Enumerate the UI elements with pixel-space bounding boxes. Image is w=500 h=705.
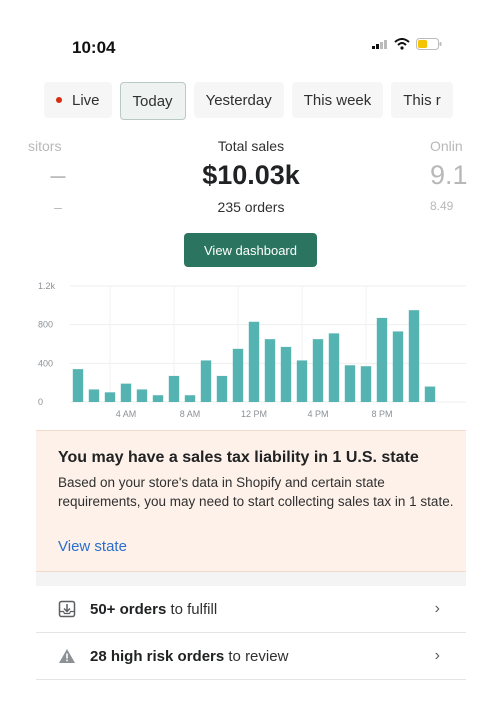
y-tick-label: 0 [38, 397, 43, 407]
chevron-right-icon: › [434, 647, 440, 664]
metrics-carousel[interactable]: sitors – – Total sales $10.03k 235 order… [28, 138, 468, 228]
chart-bar [408, 310, 420, 402]
status-bar: 10:04 [0, 0, 500, 80]
chart-bar [280, 346, 292, 402]
x-tick-label: 12 PM [241, 409, 267, 419]
metric-online-sessions[interactable]: Onlin 9.1 8.49 [430, 138, 470, 213]
battery-icon [416, 38, 442, 50]
row-bold-text: 50+ orders [90, 600, 167, 618]
view-dashboard-button[interactable]: View dashboard [184, 233, 317, 267]
chart-bar [136, 389, 148, 402]
alert-title: You may have a sales tax liability in 1 … [58, 449, 419, 466]
metric-sub: 8.49 [430, 199, 454, 213]
chart-bar [296, 360, 308, 402]
chart-bar [264, 339, 276, 402]
metric-value: – [50, 160, 66, 190]
x-tick-label: 8 PM [371, 409, 392, 419]
chart-bar [72, 369, 84, 402]
alert-body: Based on your store's data in Shopify an… [58, 475, 454, 509]
row-text: 50+ orders to fulfill [90, 601, 435, 618]
row-rest-text: to review [224, 647, 289, 665]
tab-yesterday[interactable]: Yesterday [193, 82, 284, 118]
tab-today[interactable]: Today [119, 82, 186, 120]
row-bold-text: 28 high risk orders [90, 647, 225, 665]
chart-bar [216, 375, 228, 402]
row-text: 28 high risk orders to review [90, 648, 435, 665]
metric-label: sitors [28, 138, 62, 154]
section-divider [36, 572, 466, 586]
metric-value: $10.03k [202, 160, 300, 190]
chart-bar [120, 383, 132, 402]
metric-value: 9.1 [430, 160, 468, 190]
tab-label: Today [132, 92, 173, 110]
tab-label: Live [72, 91, 100, 109]
row-rest-text: to fulfill [166, 600, 218, 618]
chart-bar [200, 360, 212, 402]
orders-to-fulfill-row[interactable]: 50+ orders to fulfill › [36, 586, 466, 633]
x-tick-label: 8 AM [180, 409, 201, 419]
high-risk-orders-row[interactable]: 28 high risk orders to review › [36, 633, 466, 680]
x-tick-label: 4 PM [307, 409, 328, 419]
wifi-icon [394, 38, 410, 50]
tab-this-week[interactable]: This week [291, 82, 384, 118]
chart-bar [328, 333, 340, 402]
tab-label: Yesterday [205, 91, 272, 109]
metric-sub: 235 orders [217, 199, 285, 215]
tab-label: This week [303, 91, 372, 109]
chart-bar [184, 395, 196, 402]
chart-bar [152, 395, 164, 402]
chart-bar [392, 331, 404, 402]
chart-bar [344, 365, 356, 402]
tab-this-month[interactable]: This r [391, 82, 453, 118]
chart-bar [88, 389, 100, 402]
chart-bar [168, 375, 180, 402]
tab-label: This r [403, 91, 441, 109]
y-tick-label: 400 [38, 358, 53, 368]
sales-tax-alert-card: You may have a sales tax liability in 1 … [36, 430, 466, 572]
date-range-tabs: Live Today Yesterday This week This r [44, 82, 464, 122]
chart-bar [248, 321, 260, 402]
metric-label: Onlin [430, 138, 463, 154]
warning-triangle-icon [58, 648, 78, 664]
status-time: 10:04 [72, 38, 116, 57]
x-tick-label: 4 AM [116, 409, 137, 419]
metric-label: Total sales [217, 138, 285, 154]
sales-bar-chart: 0 400 800 1.2k 4 AM 8 AM 12 PM 4 PM 8 PM [38, 281, 466, 419]
fulfill-box-icon [58, 600, 78, 618]
y-tick-label: 800 [38, 320, 53, 330]
metric-sub: – [54, 199, 62, 215]
metric-visitors[interactable]: sitors – – [28, 138, 88, 215]
status-icons [372, 38, 442, 50]
tab-live[interactable]: Live [44, 82, 112, 118]
chart-bar [104, 392, 116, 402]
chart-bar [312, 339, 324, 402]
chart-bar [360, 366, 372, 402]
y-tick-label: 1.2k [38, 281, 56, 291]
chart-bar [232, 348, 244, 402]
signal-icon [372, 40, 387, 49]
metric-total-sales[interactable]: Total sales $10.03k 235 orders [151, 138, 351, 215]
chart-bar [376, 317, 388, 402]
view-state-link[interactable]: View state [58, 538, 127, 555]
live-dot-icon [56, 97, 62, 103]
chevron-right-icon: › [434, 600, 440, 617]
chart-bar [424, 386, 436, 402]
